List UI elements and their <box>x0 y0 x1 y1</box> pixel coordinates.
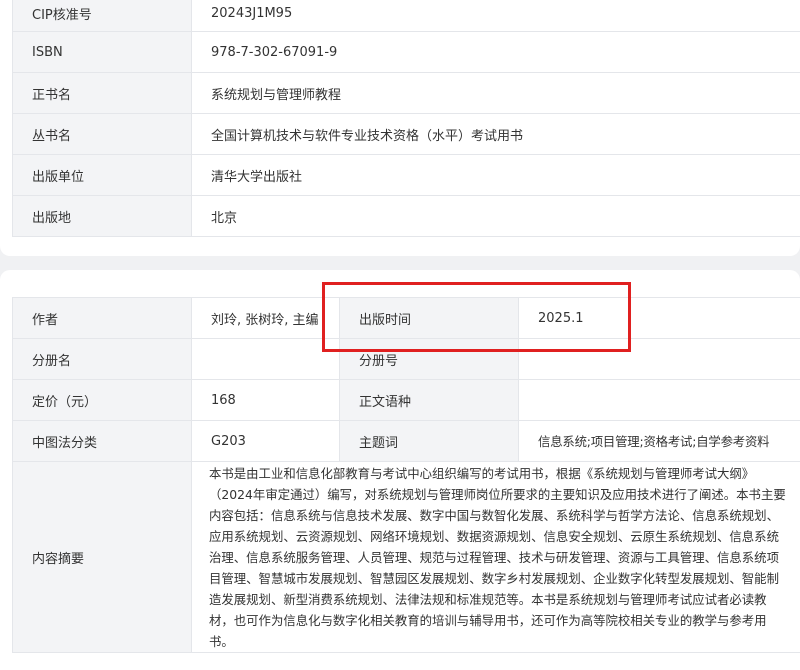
language-value <box>519 380 800 421</box>
pub-date-label: 出版时间 <box>340 298 519 339</box>
field-label: ISBN <box>13 32 192 73</box>
table-row: 正书名系统规划与管理师教程 <box>13 73 800 114</box>
volume-no-value <box>519 339 800 380</box>
field-label: 正书名 <box>13 73 192 114</box>
field-label: CIP核准号 <box>13 0 192 32</box>
clc-value: G203 <box>192 421 340 462</box>
author-value: 刘玲, 张树玲, 主编 <box>192 298 340 339</box>
author-label: 作者 <box>13 298 192 339</box>
basic-info-table: CIP核准号20243J1M95ISBN978-7-302-67091-9正书名… <box>12 0 800 237</box>
language-label: 正文语种 <box>340 380 519 421</box>
field-label: 丛书名 <box>13 114 192 155</box>
subject-value: 信息系统;项目管理;资格考试;自学参考资料 <box>519 421 800 462</box>
basic-info-card: CIP核准号20243J1M95ISBN978-7-302-67091-9正书名… <box>0 0 800 256</box>
subject-label: 主题词 <box>340 421 519 462</box>
field-value: 20243J1M95 <box>192 0 800 32</box>
volume-name-value <box>192 339 340 380</box>
volume-no-label: 分册号 <box>340 339 519 380</box>
field-label: 出版单位 <box>13 155 192 196</box>
field-value: 清华大学出版社 <box>192 155 800 196</box>
field-value: 全国计算机技术与软件专业技术资格（水平）考试用书 <box>192 114 800 155</box>
table-row: 分册名 分册号 <box>13 339 800 380</box>
field-label: 出版地 <box>13 196 192 237</box>
summary-value: 本书是由工业和信息化部教育与考试中心组织编写的考试用书，根据《系统规划与管理师考… <box>192 462 800 653</box>
table-row: 丛书名全国计算机技术与软件专业技术资格（水平）考试用书 <box>13 114 800 155</box>
table-row: 作者 刘玲, 张树玲, 主编 出版时间 2025.1 <box>13 298 800 339</box>
table-row: CIP核准号20243J1M95 <box>13 0 800 32</box>
field-value: 系统规划与管理师教程 <box>192 73 800 114</box>
clc-label: 中图法分类 <box>13 421 192 462</box>
field-value: 北京 <box>192 196 800 237</box>
price-label: 定价（元） <box>13 380 192 421</box>
table-row: 出版单位清华大学出版社 <box>13 155 800 196</box>
table-row: 定价（元） 168 正文语种 <box>13 380 800 421</box>
table-row: ISBN978-7-302-67091-9 <box>13 32 800 73</box>
detail-info-table: 作者 刘玲, 张树玲, 主编 出版时间 2025.1 分册名 分册号 定价（元）… <box>12 297 800 653</box>
summary-label: 内容摘要 <box>13 462 192 653</box>
volume-name-label: 分册名 <box>13 339 192 380</box>
table-row: 内容摘要 本书是由工业和信息化部教育与考试中心组织编写的考试用书，根据《系统规划… <box>13 462 800 653</box>
field-value: 978-7-302-67091-9 <box>192 32 800 73</box>
price-value: 168 <box>192 380 340 421</box>
table-row: 中图法分类 G203 主题词 信息系统;项目管理;资格考试;自学参考资料 <box>13 421 800 462</box>
table-row: 出版地北京 <box>13 196 800 237</box>
pub-date-value: 2025.1 <box>519 298 800 339</box>
